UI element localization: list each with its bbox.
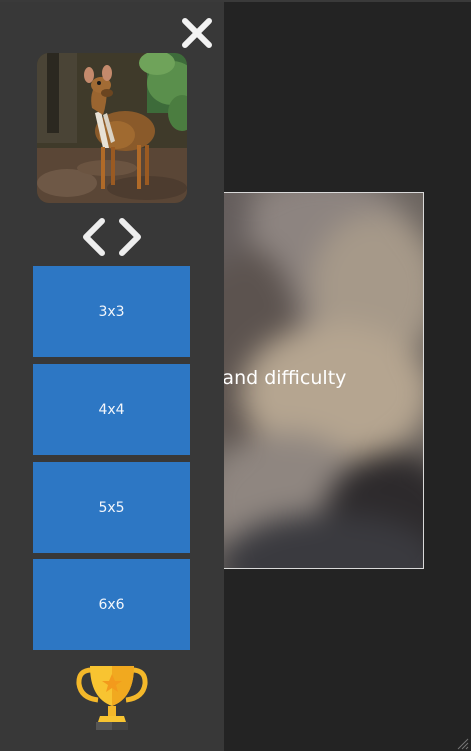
previous-image-button[interactable] bbox=[80, 216, 108, 258]
difficulty-button-5x5[interactable]: 5x5 bbox=[33, 462, 190, 553]
mouse-deer-photo bbox=[37, 53, 187, 203]
trophy-icon bbox=[76, 666, 148, 730]
difficulty-button-6x6[interactable]: 6x6 bbox=[33, 559, 190, 650]
preview-hint-text: age and difficulty bbox=[201, 367, 347, 389]
leaderboard-button[interactable] bbox=[76, 662, 148, 734]
difficulty-button-4x4[interactable]: 4x4 bbox=[33, 364, 190, 455]
game-window: age and difficulty bbox=[0, 0, 471, 751]
sidebar: 3x3 4x4 5x5 6x6 bbox=[0, 2, 224, 751]
puzzle-thumbnail[interactable] bbox=[37, 53, 187, 203]
next-image-button[interactable] bbox=[116, 216, 144, 258]
difficulty-button-3x3[interactable]: 3x3 bbox=[33, 266, 190, 357]
close-button[interactable] bbox=[180, 16, 214, 50]
chevron-left-icon bbox=[83, 218, 105, 256]
resize-grip-icon[interactable] bbox=[455, 735, 469, 750]
chevron-right-icon bbox=[119, 218, 141, 256]
puzzle-preview: age and difficulty bbox=[200, 192, 424, 569]
close-icon bbox=[182, 18, 212, 48]
